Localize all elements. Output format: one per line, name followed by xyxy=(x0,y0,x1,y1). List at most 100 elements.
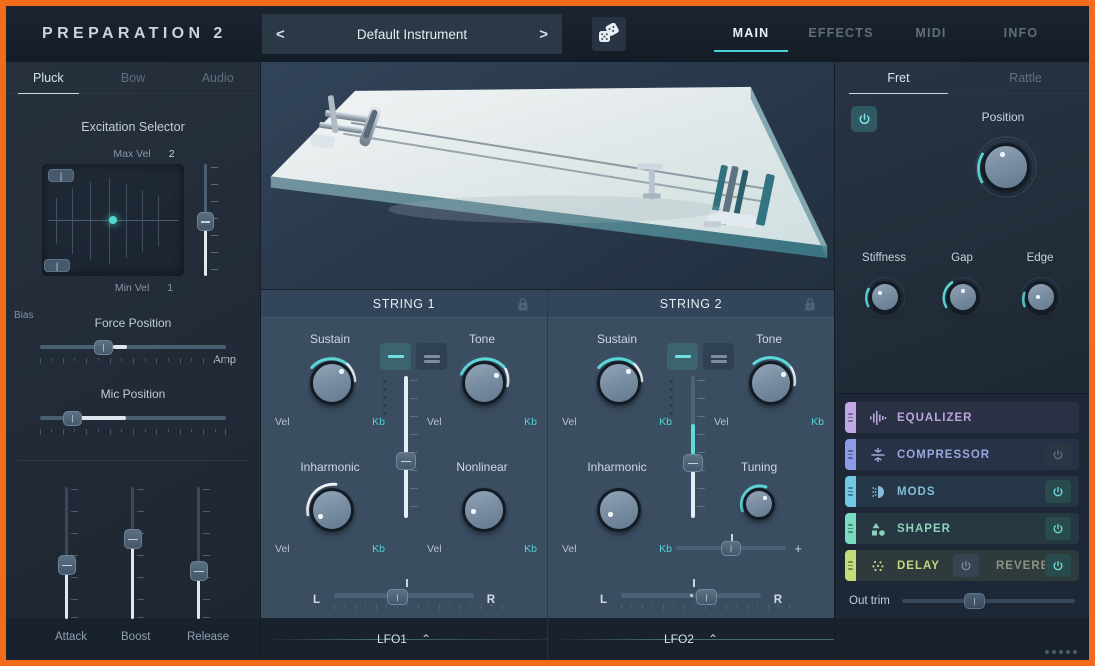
tuning-plus-label[interactable]: + xyxy=(794,541,802,556)
pan-center-mark xyxy=(406,579,408,587)
chevron-up-icon[interactable]: ⌃ xyxy=(708,632,718,646)
tab-midi[interactable]: MIDI xyxy=(886,26,976,46)
tone-knob-1[interactable] xyxy=(455,354,513,412)
string-2-balance-slider[interactable] xyxy=(680,376,706,518)
reverb-power-icon[interactable] xyxy=(1045,554,1071,577)
drag-handle[interactable] xyxy=(845,439,856,470)
mic-position-slider[interactable]: | xyxy=(40,410,226,426)
tuning-fine-handle[interactable]: | xyxy=(721,541,741,556)
boost-fader-handle[interactable] xyxy=(124,529,142,549)
force-position-handle[interactable]: | xyxy=(94,340,113,355)
preset-prev-button[interactable]: < xyxy=(276,26,285,43)
effect-row-delay[interactable]: DELAY REVERB xyxy=(845,550,1079,581)
lock-icon[interactable] xyxy=(515,296,531,312)
string-1-balance-slider[interactable] xyxy=(393,376,419,518)
amp-slider-handle[interactable] xyxy=(197,212,214,231)
tab-info[interactable]: INFO xyxy=(976,26,1066,46)
attack-fader-handle[interactable] xyxy=(58,555,76,575)
center-column: STRING 1 Sustain xyxy=(261,62,834,618)
max-vel-handle[interactable]: | xyxy=(48,169,74,182)
release-fader-handle[interactable] xyxy=(190,561,208,581)
fret-power-icon[interactable] xyxy=(851,106,877,132)
tab-main[interactable]: MAIN xyxy=(706,26,796,46)
tab-pluck[interactable]: Pluck xyxy=(6,62,91,93)
amp-slider[interactable] xyxy=(192,164,218,276)
stiffness-label: Stiffness xyxy=(849,252,919,264)
gap-knob[interactable] xyxy=(942,276,984,318)
out-trim-label: Out trim xyxy=(849,595,890,607)
fret-position-knob[interactable] xyxy=(974,135,1038,199)
nonlinear-knob-1[interactable] xyxy=(455,481,513,539)
lfo2-panel[interactable]: LFO2 ⌃ xyxy=(547,618,834,660)
resize-grip[interactable] xyxy=(1045,650,1077,654)
sustain-knob-1[interactable] xyxy=(303,354,361,412)
edge-knob[interactable] xyxy=(1020,276,1062,318)
sustain-knob-2[interactable] xyxy=(590,354,648,412)
mic-position-control: Mic Position | xyxy=(6,387,260,436)
effect-row-shaper[interactable]: SHAPER xyxy=(845,513,1079,544)
inharmonic-knob-2[interactable] xyxy=(590,481,648,539)
env-faders xyxy=(6,487,260,619)
mode-toggle-b-1[interactable] xyxy=(416,343,447,370)
tab-bow[interactable]: Bow xyxy=(91,62,176,93)
tab-rattle[interactable]: Rattle xyxy=(962,62,1089,93)
kb-label: Kb xyxy=(372,543,385,555)
instrument-3d-view[interactable] xyxy=(261,62,834,290)
min-vel-handle[interactable]: | xyxy=(44,259,70,272)
brand-title: PREPARATION 2 xyxy=(42,25,227,43)
tuning-knob-2[interactable] xyxy=(738,483,780,525)
effect-name-equalizer: EQUALIZER xyxy=(897,412,972,424)
string-2-pan-handle[interactable]: | xyxy=(696,589,717,605)
effect-name-compressor: COMPRESSOR xyxy=(897,449,990,461)
mods-power-icon[interactable] xyxy=(1045,480,1071,503)
shaper-icon xyxy=(867,513,889,544)
tab-fret[interactable]: Fret xyxy=(835,62,962,93)
excitation-point[interactable] xyxy=(109,216,117,224)
lfo1-panel[interactable]: LFO1 ⌃ xyxy=(261,618,547,660)
drag-handle[interactable] xyxy=(845,476,856,507)
min-vel-label: Min Vel xyxy=(115,282,149,294)
effect-row-compressor[interactable]: COMPRESSOR xyxy=(845,439,1079,470)
attack-fader[interactable] xyxy=(55,487,79,619)
boost-fader[interactable] xyxy=(121,487,145,619)
graph-tick xyxy=(72,188,73,254)
drag-handle[interactable] xyxy=(845,402,856,433)
vel-label: Vel xyxy=(562,543,577,555)
mic-position-handle[interactable]: | xyxy=(63,411,82,426)
mode-toggle-a-1[interactable] xyxy=(380,343,411,370)
tuning-fine-slider[interactable]: | + xyxy=(676,540,786,556)
compressor-power-icon[interactable] xyxy=(1045,443,1071,466)
drag-handle[interactable] xyxy=(845,550,856,581)
stiffness-knob[interactable] xyxy=(864,276,906,318)
out-trim-handle[interactable]: | xyxy=(964,593,985,609)
preset-selector[interactable]: < Default Instrument > xyxy=(262,14,562,54)
mode-toggle-a-2[interactable] xyxy=(667,343,698,370)
force-position-slider[interactable]: | xyxy=(40,339,226,355)
pan-left-label: L xyxy=(313,594,320,606)
preset-name-label[interactable]: Default Instrument xyxy=(285,27,539,42)
tab-effects[interactable]: EFFECTS xyxy=(796,26,886,46)
preset-next-button[interactable]: > xyxy=(539,26,548,43)
string-1-pan-handle[interactable]: | xyxy=(387,589,408,605)
string-1-balance-handle[interactable] xyxy=(396,452,416,470)
lock-icon[interactable] xyxy=(802,296,818,312)
string-2-balance-handle[interactable] xyxy=(683,454,703,472)
drag-handle[interactable] xyxy=(845,513,856,544)
dice-icon[interactable] xyxy=(592,17,626,51)
excitation-graph[interactable]: | | xyxy=(42,164,184,276)
chevron-up-icon[interactable]: ⌃ xyxy=(421,632,431,646)
inharmonic-knob-1[interactable] xyxy=(303,481,361,539)
tab-audio[interactable]: Audio xyxy=(175,62,260,93)
tone-knob-2[interactable] xyxy=(742,354,800,412)
out-trim-slider[interactable]: | xyxy=(902,593,1075,609)
shaper-power-icon[interactable] xyxy=(1045,517,1071,540)
tone-vk-1: Vel Kb xyxy=(427,416,537,428)
slider-fill-upper xyxy=(404,376,408,461)
effect-row-mods[interactable]: MODS xyxy=(845,476,1079,507)
string-panels: STRING 1 Sustain xyxy=(261,290,834,618)
delay-power-icon[interactable] xyxy=(953,554,979,577)
release-fader[interactable] xyxy=(187,487,211,619)
mode-toggle-b-2[interactable] xyxy=(703,343,734,370)
slider-dots xyxy=(670,380,674,420)
effect-row-equalizer[interactable]: EQUALIZER xyxy=(845,402,1079,433)
